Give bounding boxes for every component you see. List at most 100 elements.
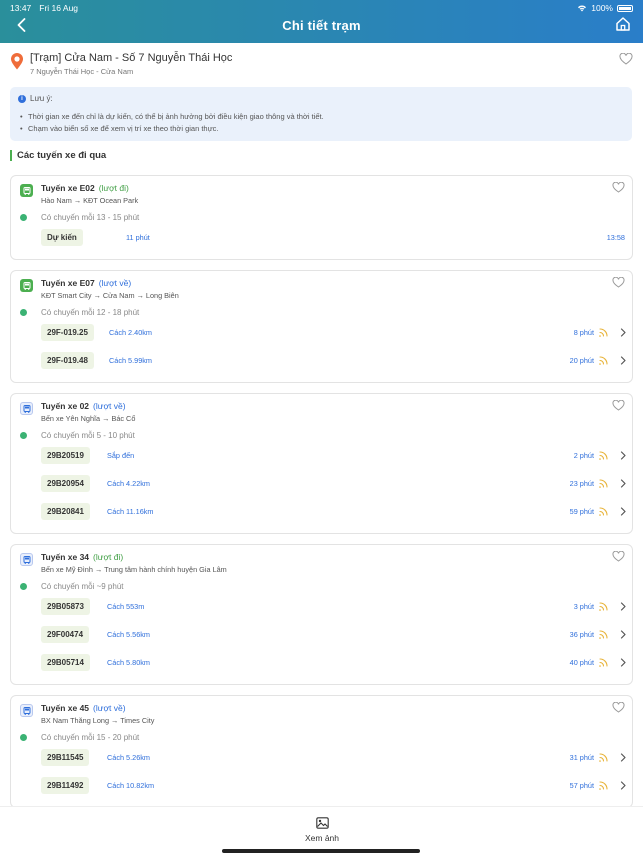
- vehicle-distance: 11 phút: [126, 233, 150, 242]
- vehicle-distance: Cách 5.26km: [107, 753, 150, 762]
- vehicle-plate[interactable]: 29B05714: [41, 654, 90, 671]
- view-photo-button[interactable]: Xem ảnh: [290, 817, 354, 849]
- status-dot-icon: [20, 583, 27, 590]
- chevron-right-icon[interactable]: [620, 753, 626, 762]
- route-direction: (lượt về): [98, 278, 132, 288]
- station-address: 7 Nguyễn Thái Học - Cửa Nam: [30, 67, 134, 76]
- realtime-signal-icon: [599, 602, 608, 611]
- vehicle-eta: 3 phút: [573, 602, 594, 611]
- realtime-signal-icon: [599, 658, 608, 667]
- route-path: Bến xe Mỹ Đình → Trung tâm hành chính hu…: [41, 565, 227, 574]
- vehicle-eta: 40 phút: [569, 658, 594, 667]
- station-info: [Trạm] Cửa Nam - Số 7 Nguyễn Thái Học 7 …: [10, 52, 633, 82]
- home-button[interactable]: [615, 16, 631, 32]
- status-time: 13:47: [10, 3, 32, 13]
- chevron-right-icon[interactable]: [620, 356, 626, 365]
- vehicle-distance: Sắp đến: [107, 451, 135, 460]
- vehicle-plate[interactable]: 29F-019.48: [41, 352, 94, 369]
- route-path: Bến xe Yên Nghĩa → Bác Cổ: [41, 414, 136, 423]
- route-card[interactable]: Tuyến xe 45 (lượt về) BX Nam Thăng Long → …: [10, 695, 633, 808]
- route-name: Tuyến xe E02 (lượt đi): [41, 183, 129, 193]
- route-frequency: Có chuyến mỗi 12 - 18 phút: [41, 308, 140, 317]
- vehicle-plate[interactable]: 29B11545: [41, 749, 90, 766]
- route-path: Hào Nam → KĐT Ocean Park: [41, 196, 139, 205]
- status-date: Fri 16 Aug: [39, 3, 79, 13]
- heart-icon[interactable]: [612, 702, 625, 713]
- status-dot-icon: [20, 214, 27, 221]
- realtime-signal-icon: [599, 328, 608, 337]
- route-direction: (lượt đi): [93, 552, 124, 562]
- chevron-right-icon[interactable]: [620, 630, 626, 639]
- route-direction: (lượt về): [93, 401, 126, 411]
- vehicle-plate[interactable]: Dự kiến: [41, 229, 83, 246]
- realtime-signal-icon: [599, 451, 608, 460]
- chevron-right-icon[interactable]: [620, 451, 626, 460]
- vehicle-plate[interactable]: 29F00474: [41, 626, 90, 643]
- vehicle-distance: Cách 2.40km: [109, 328, 152, 337]
- location-pin-icon: [11, 53, 23, 70]
- vehicle-plate[interactable]: 29B20841: [41, 503, 90, 520]
- vehicle-distance: Cách 5.80km: [107, 658, 150, 667]
- battery-icon: [617, 4, 633, 12]
- vehicle-distance: Cách 5.99km: [109, 356, 152, 365]
- vehicle-eta: 8 phút: [573, 328, 594, 337]
- chevron-right-icon[interactable]: [620, 602, 626, 611]
- route-direction: (lượt đi): [98, 183, 129, 193]
- route-card[interactable]: Tuyến xe E07 (lượt về) KĐT Smart City → Cử…: [10, 270, 633, 383]
- heart-icon[interactable]: [612, 277, 625, 288]
- heart-icon[interactable]: [612, 400, 625, 411]
- vehicle-plate[interactable]: 29B05873: [41, 598, 90, 615]
- heart-icon[interactable]: [612, 551, 625, 562]
- chevron-right-icon[interactable]: [620, 479, 626, 488]
- vehicle-plate[interactable]: 29B11492: [41, 777, 90, 794]
- vehicle-distance: Cách 11.16km: [107, 507, 154, 516]
- station-name: [Trạm] Cửa Nam - Số 7 Nguyễn Thái Học: [30, 52, 233, 64]
- route-name: Tuyến xe 45 (lượt về): [41, 703, 126, 713]
- wifi-icon: [578, 5, 587, 12]
- chevron-right-icon[interactable]: [620, 328, 626, 337]
- vehicle-plate[interactable]: 29F-019.25: [41, 324, 94, 341]
- heart-icon[interactable]: [612, 182, 625, 193]
- page-title: Chi tiết trạm: [282, 18, 361, 33]
- route-name: Tuyến xe E07 (lượt về): [41, 278, 131, 288]
- vehicle-eta: 20 phút: [569, 356, 594, 365]
- route-frequency: Có chuyến mỗi 5 - 10 phút: [41, 431, 135, 440]
- route-title: Tuyến xe 02: [41, 401, 90, 411]
- vehicle-eta: 59 phút: [569, 507, 594, 516]
- view-photo-label: Xem ảnh: [304, 833, 340, 843]
- vehicle-eta: 23 phút: [569, 479, 594, 488]
- vehicle-plate[interactable]: 29B20519: [41, 447, 90, 464]
- chevron-right-icon[interactable]: [620, 507, 626, 516]
- image-icon: [315, 817, 329, 829]
- route-card[interactable]: Tuyến xe 34 (lượt đi) Bến xe Mỹ Đình → Tru…: [10, 544, 633, 685]
- route-path: KĐT Smart City → Cửa Nam → Long Biên: [41, 291, 179, 300]
- route-frequency: Có chuyến mỗi 13 - 15 phút: [41, 213, 140, 222]
- route-title: Tuyến xe 34: [41, 552, 90, 562]
- vehicle-distance: Cách 4.22km: [107, 479, 150, 488]
- heart-icon[interactable]: [619, 53, 633, 65]
- vehicle-distance: Cách 553m: [107, 602, 145, 611]
- vehicle-eta: 13:58: [606, 233, 625, 242]
- chevron-right-icon[interactable]: [620, 658, 626, 667]
- route-title: Tuyến xe E07: [41, 278, 95, 288]
- bus-icon: [20, 553, 33, 566]
- notice-line: Chạm vào biển số xe để xem vị trí xe the…: [20, 124, 218, 133]
- realtime-signal-icon: [599, 630, 608, 639]
- vehicle-distance: Cách 5.56km: [107, 630, 150, 639]
- chevron-right-icon[interactable]: [620, 781, 626, 790]
- bus-icon: [20, 402, 33, 415]
- route-title: Tuyến xe E02: [41, 183, 95, 193]
- status-dot-icon: [20, 734, 27, 741]
- realtime-signal-icon: [599, 356, 608, 365]
- route-name: Tuyến xe 34 (lượt đi): [41, 552, 123, 562]
- route-path: BX Nam Thăng Long → Times City: [41, 716, 155, 725]
- realtime-signal-icon: [599, 753, 608, 762]
- realtime-signal-icon: [599, 781, 608, 790]
- route-name: Tuyến xe 02 (lượt về): [41, 401, 126, 411]
- route-direction: (lượt về): [93, 703, 126, 713]
- realtime-signal-icon: [599, 507, 608, 516]
- status-dot-icon: [20, 432, 27, 439]
- route-card[interactable]: Tuyến xe E02 (lượt đi) Hào Nam → KĐT Ocean…: [10, 175, 633, 260]
- route-card[interactable]: Tuyến xe 02 (lượt về) Bến xe Yên Nghĩa → B…: [10, 393, 633, 534]
- vehicle-plate[interactable]: 29B20954: [41, 475, 90, 492]
